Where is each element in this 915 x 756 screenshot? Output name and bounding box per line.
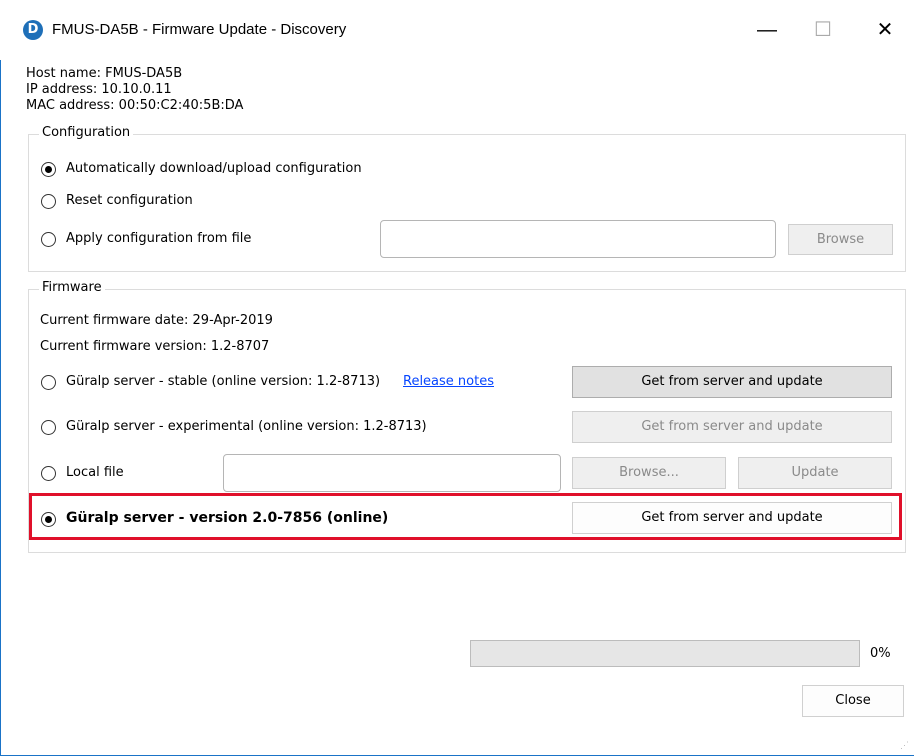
apply-config-file-radio[interactable]	[41, 232, 56, 247]
progress-percent: 0%	[870, 646, 891, 661]
local-file-input[interactable]	[223, 454, 561, 492]
apply-config-file-label[interactable]: Apply configuration from file	[66, 231, 251, 246]
local-file-radio[interactable]	[41, 466, 56, 481]
config-file-input[interactable]	[380, 220, 776, 258]
mac-address-text: MAC address: 00:50:C2:40:5B:DA	[26, 98, 244, 113]
close-window-button[interactable]: ✕	[862, 14, 908, 46]
resize-grip-icon[interactable]: ⋰	[900, 740, 909, 751]
local-update-button[interactable]: Update	[738, 457, 892, 489]
configuration-legend: Configuration	[39, 125, 134, 140]
minimize-button[interactable]: —	[744, 14, 790, 46]
reset-config-radio[interactable]	[41, 194, 56, 209]
current-firmware-date: Current firmware date: 29-Apr-2019	[40, 313, 273, 328]
current-firmware-version: Current firmware version: 1.2-8707	[40, 339, 270, 354]
stable-get-update-button[interactable]: Get from server and update	[572, 366, 892, 398]
close-button[interactable]: Close	[802, 685, 904, 717]
title-bar[interactable]: D FMUS-DA5B - Firmware Update - Discover…	[0, 0, 914, 60]
firmware-legend: Firmware	[39, 280, 105, 295]
stable-server-label[interactable]: Güralp server - stable (online version: …	[66, 374, 380, 389]
progress-bar	[470, 640, 860, 667]
highlight-box	[29, 493, 902, 540]
local-browse-button[interactable]: Browse...	[572, 457, 726, 489]
release-notes-link[interactable]: Release notes	[403, 374, 494, 389]
ip-address-text: IP address: 10.10.0.11	[26, 82, 172, 97]
local-file-label[interactable]: Local file	[66, 465, 124, 480]
app-logo-icon: D	[23, 20, 43, 40]
auto-config-label[interactable]: Automatically download/upload configurat…	[66, 161, 362, 176]
stable-server-radio[interactable]	[41, 375, 56, 390]
experimental-server-radio[interactable]	[41, 420, 56, 435]
host-name-text: Host name: FMUS-DA5B	[26, 66, 183, 81]
experimental-server-label[interactable]: Güralp server - experimental (online ver…	[66, 419, 427, 434]
reset-config-label[interactable]: Reset configuration	[66, 193, 193, 208]
experimental-get-update-button[interactable]: Get from server and update	[572, 411, 892, 443]
auto-config-radio[interactable]	[41, 162, 56, 177]
config-browse-button[interactable]: Browse	[788, 224, 893, 255]
maximize-button[interactable]: ☐	[800, 14, 846, 46]
window-title: FMUS-DA5B - Firmware Update - Discovery	[52, 21, 347, 38]
